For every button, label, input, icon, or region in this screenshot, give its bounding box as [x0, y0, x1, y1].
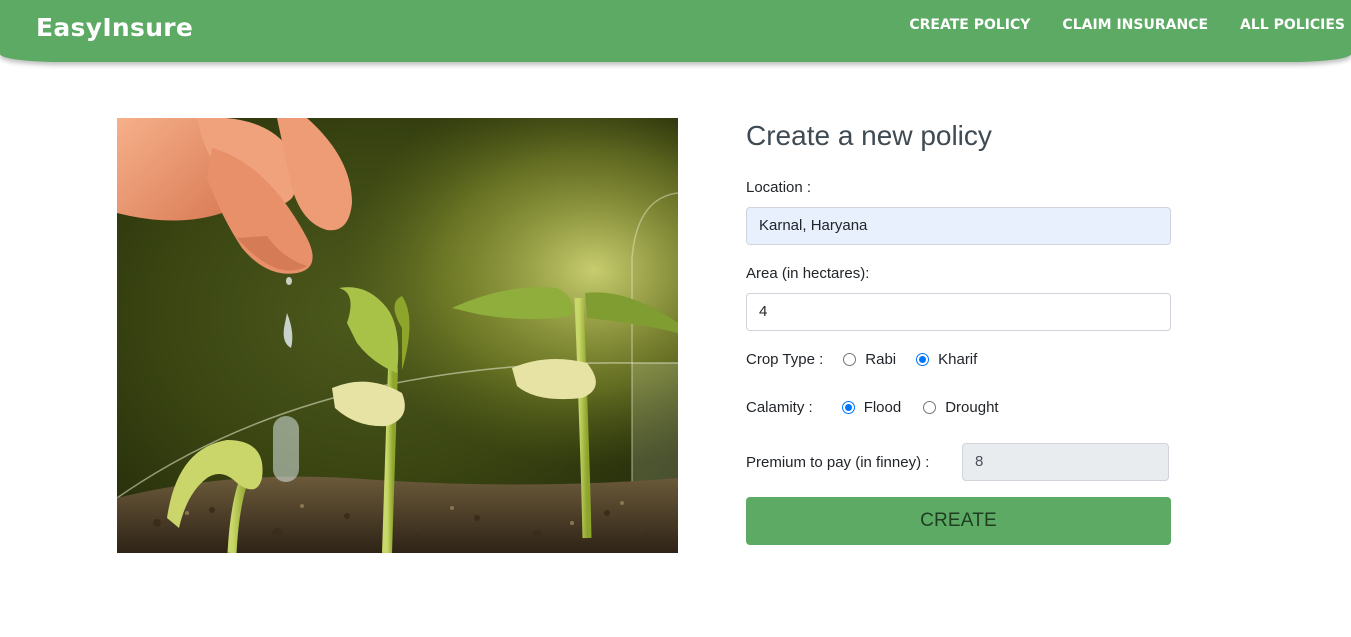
calamity-row: Calamity : Flood Drought [746, 399, 999, 416]
nav-create-policy[interactable]: CREATE POLICY [909, 17, 1030, 33]
top-navbar: EasyInsure CREATE POLICY CLAIM INSURANCE… [0, 0, 1351, 62]
hand-watering-seedlings-image [117, 118, 678, 553]
calamity-drought-label: Drought [945, 399, 999, 416]
create-button[interactable]: CREATE [746, 497, 1171, 545]
calamity-option-flood[interactable]: Flood [841, 399, 902, 416]
area-input[interactable]: 4 [746, 293, 1171, 331]
calamity-flood-label: Flood [863, 399, 902, 416]
nav-all-policies[interactable]: ALL POLICIES [1240, 17, 1345, 33]
crop-kharif-label: Kharif [938, 351, 978, 368]
crop-rabi-label: Rabi [865, 351, 897, 368]
calamity-label: Calamity : [746, 399, 813, 416]
calamity-option-drought[interactable]: Drought [923, 399, 999, 416]
crop-kharif-radio[interactable] [916, 353, 930, 366]
premium-input: 8 [962, 443, 1169, 481]
location-label: Location : [746, 179, 812, 196]
calamity-drought-radio[interactable] [923, 401, 937, 414]
brand-logo[interactable]: EasyInsure [36, 13, 193, 42]
crop-option-kharif[interactable]: Kharif [916, 351, 977, 368]
area-label: Area (in hectares): [746, 265, 870, 282]
nav-links: CREATE POLICY CLAIM INSURANCE ALL POLICI… [877, 17, 1345, 33]
crop-rabi-radio[interactable] [843, 353, 857, 366]
crop-type-label: Crop Type : [746, 351, 824, 368]
location-input[interactable]: Karnal, Haryana [746, 207, 1171, 245]
crop-option-rabi[interactable]: Rabi [843, 351, 896, 368]
form-title: Create a new policy [746, 120, 992, 151]
premium-label: Premium to pay (in finney) : [746, 454, 930, 471]
calamity-flood-radio[interactable] [841, 401, 855, 414]
crop-type-row: Crop Type : Rabi Kharif [746, 351, 977, 368]
nav-claim-insurance[interactable]: CLAIM INSURANCE [1062, 17, 1208, 33]
